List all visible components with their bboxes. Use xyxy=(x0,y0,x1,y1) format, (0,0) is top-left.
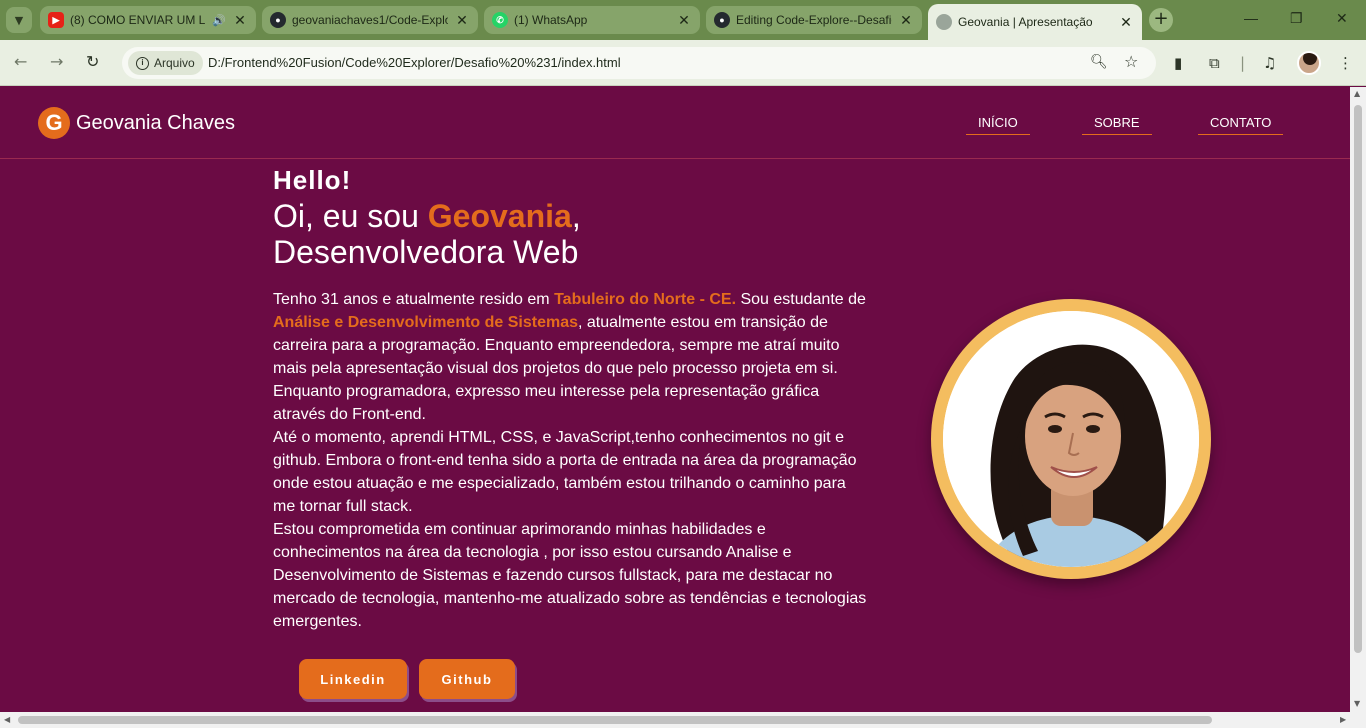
tab-title: (1) WhatsApp xyxy=(514,13,588,27)
logo-g-icon: G xyxy=(38,107,70,139)
tab-title: (8) COMO ENVIAR UM LINK xyxy=(70,13,206,27)
scroll-left-icon[interactable]: ◀ xyxy=(4,715,10,724)
bookmark-star-icon[interactable]: ☆ xyxy=(1124,52,1138,71)
scroll-down-icon[interactable]: ▼ xyxy=(1354,699,1360,708)
bio-highlight-location: Tabuleiro do Norte - CE. xyxy=(554,291,737,308)
close-tab-icon[interactable]: ✕ xyxy=(676,12,692,29)
security-chip-label: Arquivo xyxy=(154,56,195,70)
hero-content: Hello! Oi, eu sou Geovania, Desenvolvedo… xyxy=(273,165,868,633)
reload-icon[interactable]: ↻ xyxy=(86,52,99,71)
profile-photo-frame xyxy=(931,299,1211,579)
address-bar[interactable]: i Arquivo D:/Frontend%20Fusion/Code%20Ex… xyxy=(122,47,1156,79)
extensions-icon[interactable]: ⧉ xyxy=(1209,54,1220,72)
tab-title: Geovania | Apresentação xyxy=(958,15,1093,29)
nav-link-inicio[interactable]: INÍCIO xyxy=(966,115,1030,135)
youtube-icon: ▶ xyxy=(48,12,64,28)
globe-icon xyxy=(936,14,952,30)
vertical-scrollbar[interactable]: ▲ ▼ xyxy=(1350,87,1366,712)
browser-toolbar: ← → ↻ i Arquivo D:/Frontend%20Fusion/Cod… xyxy=(0,40,1366,86)
menu-kebab-icon[interactable]: ⋮ xyxy=(1338,54,1353,72)
site-logo[interactable]: G Geovania Chaves xyxy=(38,107,235,139)
tab-youtube[interactable]: ▶ (8) COMO ENVIAR UM LINK 🔊 ✕ xyxy=(40,6,256,34)
linkedin-button[interactable]: Linkedin xyxy=(299,659,407,699)
horizontal-scrollbar[interactable]: ◀ ▶ xyxy=(0,712,1366,728)
portrait-illustration xyxy=(943,311,1199,567)
tab-search-button[interactable]: ▼ xyxy=(6,7,32,33)
profile-photo xyxy=(943,311,1199,567)
intro-name: Geovania xyxy=(427,198,572,234)
minimize-icon[interactable]: — xyxy=(1244,10,1258,26)
intro-suffix: , xyxy=(571,198,581,234)
bio-paragraph-3: Estou comprometida em continuar aprimora… xyxy=(273,521,867,630)
info-icon: i xyxy=(136,56,149,70)
bio-paragraph-1: Tenho 31 anos e atualmente resido em Tab… xyxy=(273,288,868,426)
scroll-up-icon[interactable]: ▲ xyxy=(1354,89,1360,98)
logo-text: Geovania Chaves xyxy=(76,111,235,134)
browser-tab-bar: ▼ ▶ (8) COMO ENVIAR UM LINK 🔊 ✕ ● geovan… xyxy=(0,0,1366,40)
hello-heading: Hello! xyxy=(273,165,352,195)
whatsapp-icon: ✆ xyxy=(492,12,508,28)
close-tab-icon[interactable]: ✕ xyxy=(454,12,470,29)
bio-text: Sou estudante de xyxy=(736,291,866,308)
site-info-chip[interactable]: i Arquivo xyxy=(128,51,203,75)
media-control-icon[interactable]: ♫ xyxy=(1263,54,1276,72)
github-icon: ● xyxy=(270,12,286,28)
intro-heading: Oi, eu sou Geovania, Desenvolvedora Web xyxy=(273,198,868,270)
tab-share-icon[interactable]: ▮ xyxy=(1174,54,1182,72)
bio-highlight-course: Análise e Desenvolvimento de Sistemas xyxy=(273,314,579,331)
bio-paragraph-2: Até o momento, aprendi HTML, CSS, e Java… xyxy=(273,429,857,515)
tab-geovania-active[interactable]: Geovania | Apresentação ✕ xyxy=(928,4,1142,40)
tab-title: Editing Code-Explore--Desafio xyxy=(736,13,892,27)
speaker-icon[interactable]: 🔊 xyxy=(212,14,226,27)
close-tab-icon[interactable]: ✕ xyxy=(1118,14,1134,31)
restore-icon[interactable]: ❐ xyxy=(1290,10,1303,27)
close-window-icon[interactable]: ✕ xyxy=(1336,10,1348,27)
nav-link-sobre[interactable]: SOBRE xyxy=(1082,115,1152,135)
tab-whatsapp[interactable]: ✆ (1) WhatsApp ✕ xyxy=(484,6,700,34)
close-tab-icon[interactable]: ✕ xyxy=(232,12,248,29)
github-icon: ● xyxy=(714,12,730,28)
close-tab-icon[interactable]: ✕ xyxy=(898,12,914,29)
site-header: G Geovania Chaves INÍCIO SOBRE CONTATO xyxy=(0,87,1350,159)
intro-prefix: Oi, eu sou xyxy=(273,198,428,234)
role-heading: Desenvolvedora Web xyxy=(273,234,579,270)
web-page: G Geovania Chaves INÍCIO SOBRE CONTATO H… xyxy=(0,87,1350,712)
tab-title: geovaniachaves1/Code-Explorer xyxy=(292,13,448,27)
tab-github-repo[interactable]: ● geovaniachaves1/Code-Explorer ✕ xyxy=(262,6,478,34)
nav-link-contato[interactable]: CONTATO xyxy=(1198,115,1284,135)
scroll-right-icon[interactable]: ▶ xyxy=(1340,715,1346,724)
github-button[interactable]: Github xyxy=(419,659,515,699)
back-icon[interactable]: ← xyxy=(14,52,27,71)
url-text[interactable]: D:/Frontend%20Fusion/Code%20Explorer/Des… xyxy=(208,55,621,70)
tab-github-edit[interactable]: ● Editing Code-Explore--Desafio ✕ xyxy=(706,6,922,34)
horizontal-scroll-thumb[interactable] xyxy=(18,716,1212,724)
toolbar-divider: | xyxy=(1240,54,1246,72)
vertical-scroll-thumb[interactable] xyxy=(1354,105,1362,653)
new-tab-button[interactable]: + xyxy=(1149,8,1173,32)
profile-avatar[interactable] xyxy=(1297,51,1321,75)
bio-text: Tenho 31 anos e atualmente resido em xyxy=(273,291,555,308)
forward-icon[interactable]: → xyxy=(50,52,63,71)
zoom-icon[interactable]: 🔍︎ xyxy=(1090,54,1108,70)
